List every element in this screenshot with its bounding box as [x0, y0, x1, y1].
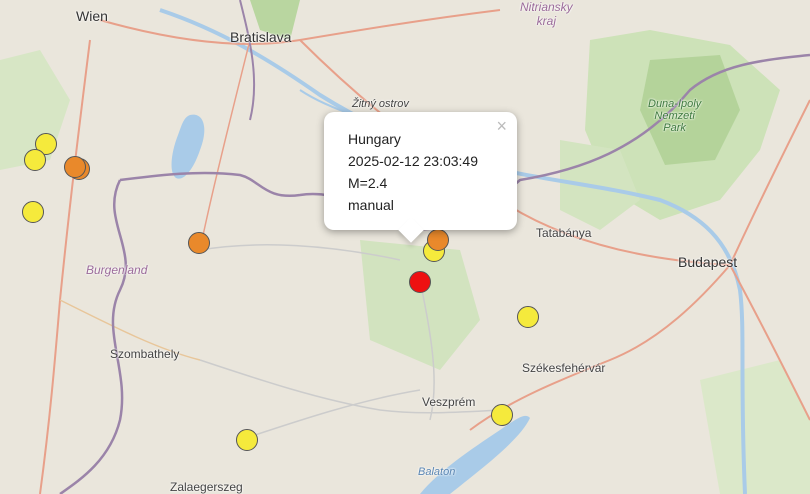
city-label-wien: Wien	[76, 8, 108, 24]
lake-neusiedl	[171, 114, 205, 179]
park-label-duna-ipoly: Duna-Ipoly Nemzeti Park	[648, 98, 702, 134]
earthquake-marker-selected[interactable]	[409, 271, 431, 293]
earthquake-marker[interactable]	[491, 404, 513, 426]
close-icon[interactable]: ×	[496, 116, 507, 137]
map-view[interactable]: Wien Bratislava Nitriansky kraj Žitný os…	[0, 0, 810, 494]
place-label-zitny-ostrov: Žitný ostrov	[352, 98, 409, 110]
city-label-bratislava: Bratislava	[230, 29, 292, 45]
city-label-zalaegerszeg: Zalaegerszeg	[170, 480, 243, 494]
earthquake-marker[interactable]	[22, 201, 44, 223]
city-label-budapest: Budapest	[678, 254, 738, 270]
road	[99, 9, 501, 45]
earthquake-marker[interactable]	[64, 156, 86, 178]
city-label-szekesfehervar: Székesfehérvár	[522, 361, 606, 375]
lake-balaton	[420, 415, 530, 494]
city-label-szombathely: Szombathely	[110, 347, 180, 361]
city-label-veszprem: Veszprém	[422, 395, 476, 409]
earthquake-marker[interactable]	[427, 229, 449, 251]
region-label-burgenland: Burgenland	[86, 263, 148, 277]
region-label-nitriansky: Nitriansky kraj	[520, 0, 573, 28]
popup-datetime: 2025-02-12 23:03:49	[348, 153, 478, 169]
popup-country: Hungary	[348, 131, 401, 147]
country-border	[239, 0, 256, 121]
road	[469, 264, 731, 431]
earthquake-marker[interactable]	[517, 306, 539, 328]
earthquake-popup: × Hungary 2025-02-12 23:03:49 M=2.4 manu…	[324, 112, 517, 230]
city-label-tatabanya: Tatabánya	[536, 226, 592, 240]
popup-mode: manual	[348, 197, 394, 213]
earthquake-marker[interactable]	[24, 149, 46, 171]
earthquake-marker[interactable]	[188, 232, 210, 254]
forest-area	[700, 360, 810, 494]
popup-magnitude: M=2.4	[348, 175, 388, 191]
forest-area	[360, 240, 480, 370]
basemap	[0, 0, 810, 494]
road	[199, 39, 251, 251]
lake-label-balaton: Balaton	[418, 466, 456, 478]
road	[239, 389, 421, 441]
country-border	[59, 179, 127, 494]
earthquake-marker[interactable]	[236, 429, 258, 451]
